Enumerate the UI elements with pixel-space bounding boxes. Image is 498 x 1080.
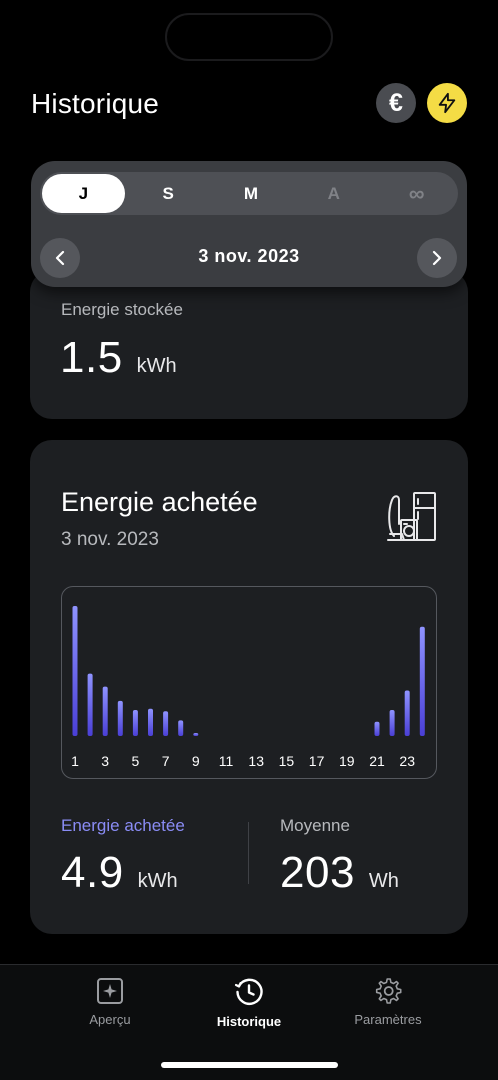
chart-bar-hour-9 [193, 733, 199, 736]
chart-bar-hour-6 [148, 708, 153, 736]
tab-historique-label: Historique [216, 1014, 282, 1029]
stored-energy-unit: kWh [136, 355, 177, 377]
chart-bar-hour-2 [87, 673, 93, 736]
bought-total-value: 4.9 kWh [61, 848, 178, 898]
period-segments: J S M A ∞ [40, 172, 458, 215]
x-tick-label: 23 [399, 753, 415, 769]
appliances-icon [387, 492, 436, 541]
tab-apercu[interactable]: Aperçu [55, 977, 165, 1027]
x-tick-label: 17 [309, 753, 325, 769]
tab-historique[interactable]: Historique [194, 977, 304, 1029]
bought-total-unit: kWh [137, 870, 178, 892]
currency-button[interactable]: € [376, 83, 416, 123]
hourly-energy-chart: 1 3 5 7 9 11 13 15 17 19 21 23 [61, 586, 437, 779]
period-selector: J S M A ∞ 3 nov. 2023 [31, 161, 467, 287]
stored-energy-number: 1.5 [60, 333, 123, 382]
tab-apercu-label: Aperçu [89, 1012, 131, 1027]
chart-canvas: 1 3 5 7 9 11 13 15 17 19 21 23 [71, 606, 425, 769]
page-title: Historique [31, 88, 160, 119]
chevron-right-icon [432, 250, 442, 266]
average-value: 203 Wh [280, 848, 399, 898]
chart-bar-hour-8 [178, 720, 184, 736]
bought-total-label: Energie achetée [61, 816, 185, 835]
dashboard-icon [97, 978, 123, 1004]
home-indicator [161, 1062, 338, 1068]
chart-bar-hour-24 [419, 626, 425, 736]
chart-bar-hour-22 [389, 710, 395, 736]
average-label: Moyenne [280, 816, 350, 835]
x-tick-label: 13 [248, 753, 264, 769]
chart-bar-hour-4 [117, 700, 123, 736]
x-tick-label: 21 [369, 753, 385, 769]
energy-button[interactable] [427, 83, 467, 123]
segment-day[interactable]: J [42, 174, 125, 213]
euro-icon: € [389, 88, 403, 117]
stored-energy-value: 1.5 kWh [60, 333, 177, 383]
chart-bar-hour-21 [374, 721, 380, 736]
x-tick-label: 9 [192, 753, 200, 769]
x-tick-label: 5 [132, 753, 140, 769]
x-tick-label: 7 [162, 753, 170, 769]
bought-energy-title: Energie achetée [61, 487, 258, 517]
bought-total-number: 4.9 [61, 848, 124, 897]
gear-icon [375, 978, 402, 1004]
stats-divider [248, 822, 249, 884]
chart-bar-hour-7 [163, 711, 169, 736]
bought-energy-card: Energie achetée 3 nov. 2023 1 3 5 7 9 11 13 15 1… [30, 440, 468, 934]
bolt-icon [438, 92, 456, 114]
x-tick-label: 1 [71, 753, 79, 769]
bought-energy-date: 3 nov. 2023 [61, 529, 159, 550]
segment-week[interactable]: S [127, 172, 210, 215]
history-icon [234, 978, 263, 1005]
x-tick-label: 19 [339, 753, 355, 769]
segment-year[interactable]: A [292, 172, 375, 215]
x-tick-label: 3 [101, 753, 109, 769]
stored-energy-card: Energie stockée 1.5 kWh [30, 270, 468, 419]
chart-bar-hour-1 [72, 606, 78, 736]
average-number: 203 [280, 848, 355, 897]
chart-bar-hour-5 [132, 710, 138, 736]
stored-energy-label: Energie stockée [61, 300, 183, 319]
x-tick-label: 15 [279, 753, 295, 769]
average-unit: Wh [368, 870, 399, 892]
x-tick-label: 11 [219, 753, 234, 769]
tab-parametres[interactable]: Paramètres [333, 977, 443, 1027]
tab-parametres-label: Paramètres [354, 1012, 422, 1027]
dynamic-island [165, 13, 333, 61]
chart-bar-hour-23 [404, 690, 410, 736]
segment-all[interactable]: ∞ [375, 172, 458, 215]
selected-date: 3 nov. 2023 [198, 246, 300, 266]
chart-bar-hour-3 [102, 686, 108, 736]
next-date-button[interactable] [417, 238, 457, 278]
segment-month[interactable]: M [210, 172, 293, 215]
